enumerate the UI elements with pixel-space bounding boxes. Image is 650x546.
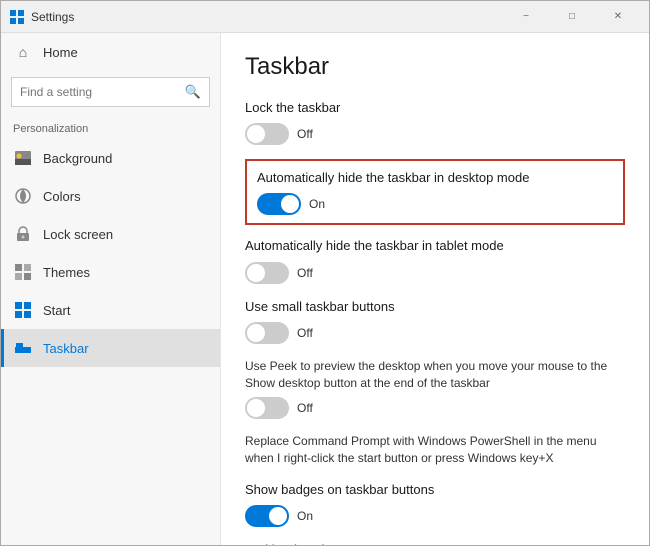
hide-desktop-toggle-text: On (309, 197, 325, 211)
setting-badges: Show badges on taskbar buttons On (245, 481, 625, 527)
main-content: Taskbar Lock the taskbar Off Automatical… (221, 33, 649, 545)
peek-label: Use Peek to preview the desktop when you… (245, 358, 625, 392)
setting-powershell: Replace Command Prompt with Windows Powe… (245, 433, 625, 467)
setting-lock-taskbar: Lock the taskbar Off (245, 99, 625, 145)
search-input[interactable] (20, 85, 185, 99)
sidebar-item-home[interactable]: ⌂ Home (1, 33, 220, 71)
sidebar-section-label: Personalization (1, 113, 220, 139)
hide-desktop-toggle-row: On (257, 193, 613, 215)
home-icon: ⌂ (13, 42, 33, 62)
page-title: Taskbar (245, 53, 625, 81)
settings-window: Settings − □ ✕ ⌂ Home 🔍 Personalization (0, 0, 650, 546)
window-title: Settings (31, 10, 503, 24)
lock-taskbar-toggle-text: Off (297, 127, 313, 141)
sidebar-item-start[interactable]: Start (1, 291, 220, 329)
peek-toggle-row: Off (245, 397, 625, 419)
start-icon (13, 300, 33, 320)
sidebar-item-start-label: Start (43, 303, 70, 318)
setting-peek: Use Peek to preview the desktop when you… (245, 358, 625, 420)
lock-screen-icon (13, 224, 33, 244)
setting-hide-desktop-highlighted: Automatically hide the taskbar in deskto… (245, 159, 625, 225)
small-buttons-toggle[interactable] (245, 322, 289, 344)
search-box[interactable]: 🔍 (11, 77, 210, 107)
powershell-label: Replace Command Prompt with Windows Powe… (245, 433, 625, 467)
titlebar: Settings − □ ✕ (1, 1, 649, 33)
setting-hide-tablet: Automatically hide the taskbar in tablet… (245, 237, 625, 283)
badges-toggle-row: On (245, 505, 625, 527)
location-label: Taskbar location on screen (245, 541, 625, 545)
search-icon: 🔍 (185, 84, 201, 100)
sidebar-item-lock-screen[interactable]: Lock screen (1, 215, 220, 253)
background-icon (13, 148, 33, 168)
sidebar-item-themes[interactable]: Themes (1, 253, 220, 291)
setting-small-buttons: Use small taskbar buttons Off (245, 298, 625, 344)
badges-toggle[interactable] (245, 505, 289, 527)
setting-location: Taskbar location on screen Bottom ▾ (245, 541, 625, 545)
peek-toggle-text: Off (297, 401, 313, 415)
badges-label: Show badges on taskbar buttons (245, 481, 625, 499)
lock-taskbar-toggle[interactable] (245, 123, 289, 145)
hide-tablet-toggle-text: Off (297, 266, 313, 280)
sidebar: ⌂ Home 🔍 Personalization Background (1, 33, 221, 545)
hide-tablet-label: Automatically hide the taskbar in tablet… (245, 237, 625, 255)
sidebar-item-lock-screen-label: Lock screen (43, 227, 113, 242)
sidebar-item-home-label: Home (43, 45, 78, 60)
lock-taskbar-label: Lock the taskbar (245, 99, 625, 117)
lock-taskbar-toggle-row: Off (245, 123, 625, 145)
close-button[interactable]: ✕ (595, 1, 641, 33)
badges-toggle-text: On (297, 509, 313, 523)
small-buttons-label: Use small taskbar buttons (245, 298, 625, 316)
colors-icon (13, 186, 33, 206)
small-buttons-toggle-row: Off (245, 322, 625, 344)
minimize-button[interactable]: − (503, 1, 549, 33)
hide-tablet-toggle[interactable] (245, 262, 289, 284)
hide-desktop-toggle[interactable] (257, 193, 301, 215)
small-buttons-toggle-text: Off (297, 326, 313, 340)
sidebar-item-colors[interactable]: Colors (1, 177, 220, 215)
hide-desktop-label: Automatically hide the taskbar in deskto… (257, 169, 613, 187)
sidebar-item-taskbar[interactable]: Taskbar (1, 329, 220, 367)
sidebar-item-themes-label: Themes (43, 265, 90, 280)
themes-icon (13, 262, 33, 282)
window-content: ⌂ Home 🔍 Personalization Background (1, 33, 649, 545)
hide-tablet-toggle-row: Off (245, 262, 625, 284)
window-controls: − □ ✕ (503, 1, 641, 33)
sidebar-item-background-label: Background (43, 151, 112, 166)
sidebar-item-taskbar-label: Taskbar (43, 341, 89, 356)
sidebar-item-colors-label: Colors (43, 189, 81, 204)
taskbar-icon (13, 338, 33, 358)
maximize-button[interactable]: □ (549, 1, 595, 33)
sidebar-item-background[interactable]: Background (1, 139, 220, 177)
app-icon (9, 9, 25, 25)
peek-toggle[interactable] (245, 397, 289, 419)
